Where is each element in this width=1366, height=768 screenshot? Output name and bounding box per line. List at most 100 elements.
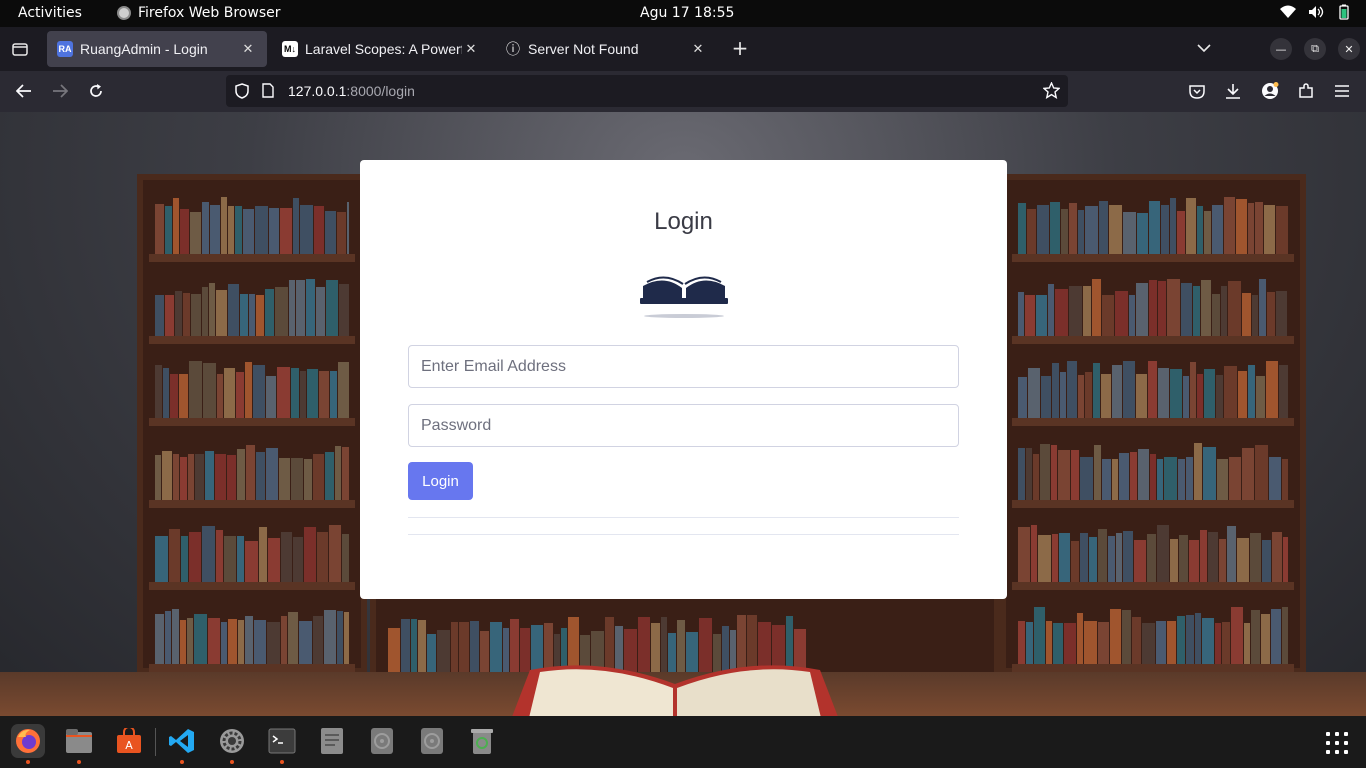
shelf-plank <box>149 582 355 590</box>
book-spine <box>1112 458 1118 500</box>
book-spine <box>1083 285 1091 336</box>
tab-server-not-found[interactable]: ⓘ Server Not Found ✕ <box>495 31 717 67</box>
clock[interactable]: Agu 17 18:55 <box>640 5 734 21</box>
book-spine <box>209 282 215 336</box>
book-spine <box>1053 622 1063 664</box>
account-button[interactable] <box>1258 79 1282 103</box>
pocket-button[interactable] <box>1185 79 1209 103</box>
forward-button[interactable] <box>48 79 72 103</box>
extensions-button[interactable] <box>1294 79 1318 103</box>
dock-terminal[interactable] <box>265 724 299 764</box>
book-spine <box>338 361 349 418</box>
url-text[interactable]: 127.0.0.1:8000/login <box>288 83 415 99</box>
book-spine <box>304 526 316 582</box>
dock-firefox[interactable] <box>11 724 45 764</box>
book-spine <box>1061 209 1068 254</box>
system-tray[interactable] <box>1280 4 1352 20</box>
downloads-button[interactable] <box>1221 79 1245 103</box>
book-spine <box>1018 291 1024 336</box>
book-spine <box>324 610 336 664</box>
running-indicator <box>230 760 234 764</box>
dock-app-center[interactable]: A <box>112 724 146 758</box>
system-top-bar: Activities Firefox Web Browser Agu 17 18… <box>0 0 1366 27</box>
close-icon[interactable]: ✕ <box>239 41 257 57</box>
book-spine <box>1264 205 1275 254</box>
dock-trash[interactable] <box>465 724 499 758</box>
minimize-button[interactable]: — <box>1270 38 1292 60</box>
puzzle-icon <box>1299 83 1313 98</box>
book-spine <box>1177 210 1185 254</box>
firefox-view-button[interactable] <box>10 39 30 59</box>
bookshelf-row <box>1018 196 1288 254</box>
book-spine <box>1112 364 1122 418</box>
book-spine <box>1018 377 1027 418</box>
book-spine <box>256 452 265 500</box>
tab-ruangadmin-login[interactable]: RA RuangAdmin - Login ✕ <box>47 31 267 67</box>
divider <box>408 517 959 518</box>
book-spine <box>275 286 288 336</box>
close-window-button[interactable]: ✕ <box>1338 38 1360 60</box>
book-spine <box>319 371 329 418</box>
app-menu-button[interactable] <box>1330 79 1354 103</box>
book-spine <box>259 527 267 582</box>
book-spine <box>277 366 290 418</box>
book-spine <box>1098 529 1107 582</box>
dock-text-editor[interactable] <box>315 724 349 758</box>
bookmark-star-icon[interactable] <box>1043 82 1060 99</box>
book-spine <box>170 373 178 418</box>
book-spine <box>253 365 265 418</box>
book-spine <box>228 284 239 336</box>
book-spine <box>1132 617 1141 664</box>
book-spine <box>1094 444 1101 500</box>
page-icon[interactable] <box>262 83 274 98</box>
dock-files[interactable] <box>62 724 96 764</box>
new-tab-button[interactable]: + <box>729 36 751 60</box>
password-field[interactable] <box>408 404 959 447</box>
show-apps-grid-icon[interactable] <box>1326 732 1348 754</box>
book-spine <box>1238 371 1247 418</box>
book-spine <box>300 371 306 418</box>
book-spine <box>337 611 343 664</box>
book-spine <box>183 293 190 336</box>
bookshelf-row <box>1018 606 1288 664</box>
book-spine <box>1222 622 1230 664</box>
dock-vscode[interactable] <box>165 724 199 764</box>
book-spine <box>180 619 186 664</box>
reload-button[interactable] <box>84 79 108 103</box>
book-spine <box>155 365 162 418</box>
book-spine <box>269 208 279 254</box>
book-spine <box>288 612 298 664</box>
tab-laravel-scopes[interactable]: M↓ Laravel Scopes: A Powerf ✕ <box>272 31 490 67</box>
book-spine <box>1212 294 1220 336</box>
ruangadmin-favicon-icon: RA <box>57 41 73 57</box>
book-spine <box>173 198 179 254</box>
list-all-tabs-button[interactable] <box>1194 38 1214 58</box>
app-menu[interactable]: Firefox Web Browser <box>117 5 281 21</box>
activities-button[interactable]: Activities <box>18 5 82 21</box>
shield-icon[interactable] <box>235 83 249 99</box>
back-button[interactable] <box>12 79 36 103</box>
book-spine <box>1137 212 1148 254</box>
book-spine <box>1204 211 1211 254</box>
book-spine <box>1282 606 1288 664</box>
dock-disk-2[interactable] <box>415 724 449 758</box>
book-spine <box>1157 458 1163 500</box>
book-spine <box>203 363 216 418</box>
book-spine <box>337 212 346 254</box>
book-spine <box>237 536 244 582</box>
dock-disk-1[interactable] <box>365 724 399 758</box>
url-bar[interactable]: 127.0.0.1:8000/login <box>226 75 1068 107</box>
close-icon: ✕ <box>1344 42 1354 56</box>
maximize-button[interactable]: ⧉ <box>1304 38 1326 60</box>
email-field[interactable] <box>408 345 959 388</box>
dock-settings[interactable] <box>215 724 249 764</box>
book-spine <box>1071 540 1079 582</box>
login-button[interactable]: Login <box>408 462 473 500</box>
bookshelf-row <box>1018 524 1288 582</box>
close-icon[interactable]: ✕ <box>462 41 480 57</box>
book-spine <box>1060 371 1066 418</box>
close-icon[interactable]: ✕ <box>689 41 707 57</box>
book-spine <box>1167 621 1176 664</box>
book-spine <box>1242 448 1254 500</box>
book-spine <box>1069 286 1082 336</box>
